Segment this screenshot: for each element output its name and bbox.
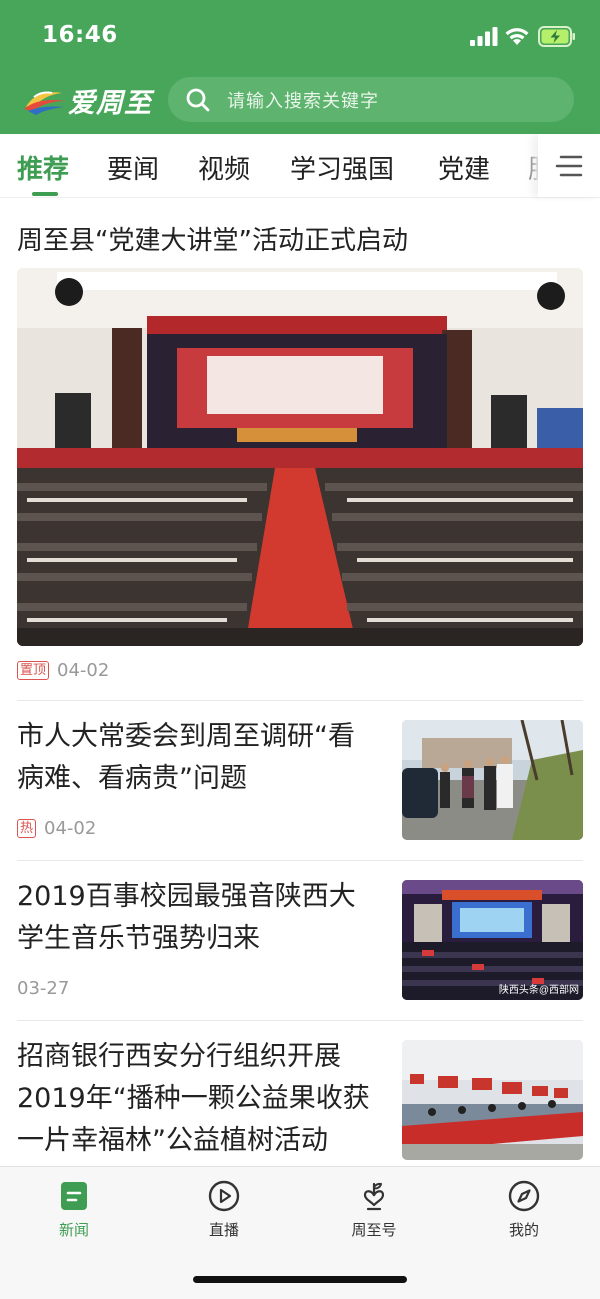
tab-video[interactable]: 视频 xyxy=(198,149,250,186)
nav-news[interactable]: 新闻 xyxy=(24,1179,124,1240)
logo-text: 爱周至 xyxy=(68,87,152,119)
active-tab-indicator xyxy=(32,192,58,196)
cellular-signal-icon xyxy=(470,27,498,46)
news-item-title[interactable]: 2019百事校园最强音陕西大 学生音乐节强势归来 xyxy=(17,876,387,960)
tab-fade xyxy=(520,134,540,197)
lead-article-title[interactable]: 周至县“党建大讲堂”活动正式启动 xyxy=(17,220,408,257)
status-bar: 16:46 xyxy=(0,0,600,72)
article-date: 03-27 xyxy=(17,978,70,999)
tab-menu-button[interactable] xyxy=(538,134,600,197)
nav-zhouzhi-account[interactable]: 周至号 xyxy=(324,1179,424,1240)
tab-headlines[interactable]: 要闻 xyxy=(107,149,159,186)
image-watermark: 陕西头条@西部网 xyxy=(498,985,579,996)
divider xyxy=(17,1020,583,1021)
news-icon xyxy=(61,1182,87,1210)
title-line: 病难、看病贵”问题 xyxy=(17,763,247,794)
conference-hall-image xyxy=(17,268,583,646)
news-item-thumbnail[interactable] xyxy=(402,1040,583,1160)
nav-live-label: 直播 xyxy=(208,1221,239,1239)
divider xyxy=(17,700,583,701)
title-line: 一片幸福林”公益植树活动 xyxy=(17,1125,328,1156)
title-line: 市人大常委会到周至调研“看 xyxy=(17,721,355,752)
article-date: 04-02 xyxy=(44,818,97,839)
article-date: 04-02 xyxy=(57,660,110,681)
search-placeholder: 请输入搜索关键字 xyxy=(227,90,379,112)
category-tabs: 推荐 要闻 视频 学习强国 党建 服 xyxy=(0,134,600,198)
app-logo[interactable]: 爱周至 xyxy=(22,80,152,120)
divider xyxy=(17,860,583,861)
nav-zhouzhi-account-label: 周至号 xyxy=(351,1221,397,1239)
tab-recommend[interactable]: 推荐 xyxy=(17,149,69,186)
status-time: 16:46 xyxy=(42,22,118,48)
app-header: 16:46 爱周至 请输入搜索关键字 xyxy=(0,0,600,134)
search-bar[interactable]: 请输入搜索关键字 xyxy=(168,77,574,122)
title-line: 招商银行西安分行组织开展 xyxy=(17,1041,341,1072)
news-item-thumbnail[interactable] xyxy=(402,720,583,840)
title-line: 2019百事校园最强音陕西大 xyxy=(17,881,356,912)
heart-plant-icon xyxy=(363,1182,385,1211)
battery-charging-icon xyxy=(538,26,575,47)
news-item-meta: 03-27 xyxy=(17,978,69,999)
nav-news-label: 新闻 xyxy=(58,1221,89,1239)
wifi-icon xyxy=(505,28,529,45)
pinned-badge: 置顶 xyxy=(17,661,50,680)
nav-live[interactable]: 直播 xyxy=(174,1179,274,1240)
nav-mine[interactable]: 我的 xyxy=(474,1179,574,1240)
news-feed[interactable]: 周至县“党建大讲堂”活动正式启动 置顶 04-02 市人大常委会到周至调研“看 … xyxy=(0,198,600,1166)
news-item-meta: 热 04-02 xyxy=(17,818,96,839)
logo-mark-icon xyxy=(24,91,66,115)
hot-badge: 热 xyxy=(17,819,37,838)
home-indicator[interactable] xyxy=(193,1276,407,1283)
news-item-title[interactable]: 招商银行西安分行组织开展 2019年“播种一颗公益果收获 一片幸福林”公益植树活… xyxy=(17,1036,397,1162)
street-visit-image xyxy=(402,720,583,840)
title-line: 学生音乐节强势归来 xyxy=(17,923,260,954)
menu-icon xyxy=(555,155,583,176)
news-item-title[interactable]: 市人大常委会到周至调研“看 病难、看病贵”问题 xyxy=(17,716,387,800)
nav-mine-label: 我的 xyxy=(508,1221,539,1239)
tab-study[interactable]: 学习强国 xyxy=(290,149,394,186)
lead-article-meta: 置顶 04-02 xyxy=(17,660,109,681)
tab-party[interactable]: 党建 xyxy=(438,149,490,186)
lead-article-image[interactable] xyxy=(17,268,583,646)
search-icon xyxy=(186,88,210,111)
play-icon xyxy=(208,1180,240,1212)
compass-icon xyxy=(508,1180,540,1212)
tree-planting-image xyxy=(402,1040,583,1160)
news-item-thumbnail[interactable]: 陕西头条@西部网 xyxy=(402,880,583,1000)
title-line: 2019年“播种一颗公益果收获 xyxy=(17,1083,370,1114)
